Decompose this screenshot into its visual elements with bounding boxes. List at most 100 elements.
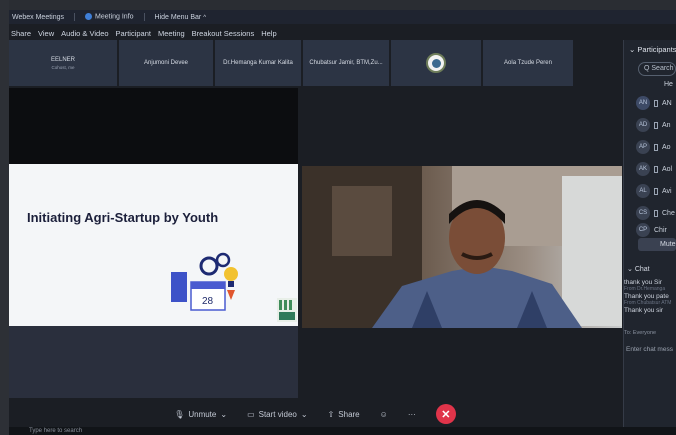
participant-row-text: He: [664, 80, 673, 88]
participant-list-item[interactable]: AL Avi: [624, 180, 676, 202]
menu-breakout-sessions[interactable]: Breakout Sessions: [192, 29, 255, 38]
menu-share[interactable]: Share: [11, 29, 31, 38]
calendar-number: 28: [202, 296, 214, 307]
chat-input[interactable]: Enter chat mess: [624, 346, 676, 353]
participant-name: Aola Tzude Peren: [504, 60, 552, 66]
participant-list-item[interactable]: AP Ao: [624, 136, 676, 158]
monitor-bezel-top: [0, 0, 676, 10]
participant-search-input[interactable]: Q Search: [638, 62, 676, 76]
smiley-icon: ☺: [379, 409, 388, 419]
chat-message: Thank you sir: [624, 307, 664, 314]
info-icon: [85, 13, 93, 21]
title-bar: Webex Meetings Meeting Info Hide Menu Ba…: [9, 10, 676, 24]
share-button[interactable]: ⇧ Share: [328, 410, 360, 419]
chevron-down-icon[interactable]: ⌄: [220, 410, 227, 419]
start-video-button[interactable]: ▭ Start video ⌄: [247, 410, 308, 419]
participant-tile[interactable]: Aola Tzude Peren: [483, 40, 573, 86]
hide-menu-bar-label: Hide Menu Bar: [154, 13, 202, 21]
chat-message: Thank you pate: [624, 293, 669, 300]
participants-panel-title: Participants: [637, 45, 676, 54]
participant-tile[interactable]: Anjumoni Devee: [119, 40, 213, 86]
avatar: AN: [636, 96, 650, 110]
windows-taskbar: Type here to search: [9, 427, 676, 435]
avatar: CP: [636, 223, 650, 237]
speaker-video: [302, 166, 622, 328]
menu-bar: Share View Audio & Video Participant Mee…: [9, 26, 621, 40]
slide-top-band: [9, 88, 298, 164]
avatar: AL: [636, 184, 650, 198]
app-name: Webex Meetings: [12, 13, 65, 21]
participant-strip: EELNER Cohost, me Anjumoni Devee Dr.Hema…: [9, 40, 621, 86]
participant-list-item[interactable]: CS Che: [624, 202, 676, 224]
meeting-controls-bar: 🎙 Unmute ⌄ ▭ Start video ⌄ ⇧ Share ☺ ···…: [9, 398, 621, 430]
avatar: AP: [636, 140, 650, 154]
avatar: AD: [636, 118, 650, 132]
chat-panel-header[interactable]: ⌄ Chat: [624, 251, 676, 273]
chat-title: Chat: [634, 266, 650, 273]
menu-view[interactable]: View: [38, 29, 54, 38]
end-meeting-button[interactable]: ✕: [435, 404, 456, 424]
more-options-icon: ···: [407, 409, 416, 419]
startup-gears-illustration: 28: [171, 252, 238, 311]
camera-icon: ▭: [247, 409, 255, 419]
participant-name: Chir: [654, 226, 667, 234]
unmute-label: Unmute: [188, 409, 217, 419]
device-icon: [654, 99, 658, 107]
shared-slide: Initiating Agri-Startup by Youth 28: [9, 164, 298, 326]
participant-list-item[interactable]: AD An: [624, 114, 676, 136]
menu-meeting[interactable]: Meeting: [158, 29, 185, 38]
meeting-info-button[interactable]: Meeting Info: [85, 13, 134, 21]
divider: [74, 13, 76, 21]
meeting-info-label: Meeting Info: [95, 13, 134, 21]
participant-name: Anjumoni Devee: [143, 60, 189, 66]
chevron-down-icon: ⌄: [627, 266, 635, 273]
microphone-icon: 🎙: [174, 409, 185, 419]
device-icon: [654, 143, 658, 151]
close-icon: ✕: [441, 408, 451, 421]
device-icon: [654, 209, 658, 217]
avatar: CS: [636, 206, 650, 220]
more-options-button[interactable]: ···: [408, 410, 416, 419]
menu-audio-video[interactable]: Audio & Video: [61, 29, 108, 38]
chat-message-sender: From Dr.Hemanga: [624, 286, 666, 292]
mute-all-button[interactable]: Mute: [638, 238, 676, 251]
participant-list-item[interactable]: CP Chir: [624, 223, 676, 237]
participant-name: Dr.Hemanga Kumar Kalita: [223, 60, 293, 66]
chevron-down-icon[interactable]: ⌄: [301, 410, 308, 419]
participant-name: EELNER: [50, 56, 75, 63]
participant-name: Aol: [662, 165, 673, 173]
hide-menu-bar-button[interactable]: Hide Menu Bar ^: [155, 14, 207, 21]
participant-name: Avi: [662, 187, 672, 195]
chat-message-sender: From Chubatsur ATM: [624, 300, 672, 306]
organization-logo-icon: [277, 298, 297, 322]
participant-tile[interactable]: Chubatsur Jamir, BTM,Zu...: [303, 40, 389, 86]
slide-title: Initiating Agri-Startup by Youth: [27, 210, 219, 225]
reactions-button[interactable]: ☺: [380, 410, 388, 419]
chat-recipient-select[interactable]: To: Everyone: [624, 330, 676, 336]
participants-panel-header[interactable]: ⌄ Participants: [624, 40, 676, 54]
device-icon: [654, 187, 658, 195]
participant-name: Ao: [662, 143, 671, 151]
chat-message: thank you Sir: [624, 279, 662, 286]
participant-tile[interactable]: [391, 40, 481, 86]
menu-help[interactable]: Help: [261, 29, 276, 38]
taskbar-search-input[interactable]: Type here to search: [29, 428, 82, 434]
chat-messages: thank you Sir From Dr.Hemanga Thank you …: [624, 279, 676, 314]
device-icon: [654, 121, 658, 129]
participant-name: An: [662, 121, 671, 129]
avatar: AK: [636, 162, 650, 176]
participant-tile[interactable]: Dr.Hemanga Kumar Kalita: [215, 40, 301, 86]
participant-name: AN: [662, 99, 672, 107]
participant-list-item[interactable]: He: [624, 76, 676, 92]
participant-name: Che: [662, 209, 675, 217]
chevron-up-icon: ^: [203, 14, 207, 21]
institution-seal-icon: [426, 53, 446, 73]
unmute-button[interactable]: 🎙 Unmute ⌄: [174, 410, 227, 419]
participant-tile[interactable]: EELNER Cohost, me: [9, 40, 117, 86]
menu-participant[interactable]: Participant: [116, 29, 151, 38]
participant-list-item[interactable]: AN AN: [624, 92, 676, 114]
search-placeholder: Search: [651, 65, 674, 72]
device-icon: [654, 165, 658, 173]
participant-list-item[interactable]: AK Aol: [624, 158, 676, 180]
share-icon: ⇧: [327, 409, 335, 419]
